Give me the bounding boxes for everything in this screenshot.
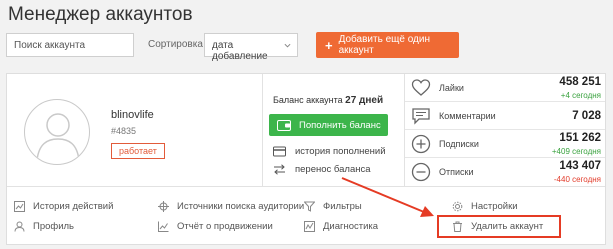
stat-value: 143 407 <box>559 160 601 172</box>
user-silhouette-icon <box>36 113 80 161</box>
card-icon <box>273 146 286 157</box>
balance-value: 27 дней <box>345 95 384 106</box>
wallet-icon <box>277 119 291 131</box>
filter-icon <box>304 201 315 212</box>
chart-line-icon <box>158 221 169 232</box>
menu-action-history[interactable]: История действий <box>14 201 113 212</box>
stat-unfollows: Отписки 143 407 -440 сегодня <box>405 158 605 186</box>
stat-delta: +4 сегодня <box>560 91 601 100</box>
search-input[interactable] <box>6 33 134 57</box>
divider <box>7 186 605 187</box>
menu-promo-report[interactable]: Отчёт о продвижении <box>158 221 273 232</box>
add-account-button[interactable]: + Добавить ещё один аккаунт <box>316 32 459 58</box>
comment-icon <box>412 108 430 125</box>
chart-line-icon <box>14 201 25 212</box>
stat-label: Лайки <box>439 83 464 93</box>
sort-select[interactable]: дата добавление <box>204 33 298 62</box>
menu-label: Настройки <box>471 201 518 212</box>
topup-label: Пополнить баланс <box>299 119 381 131</box>
topup-history-label: история пополнений <box>295 146 386 157</box>
delete-highlight-box <box>437 215 561 238</box>
stat-likes: Лайки 458 251 +4 сегодня <box>405 74 605 102</box>
menu-profile[interactable]: Профиль <box>14 221 74 232</box>
menu-audience-sources[interactable]: Источники поиска аудитории <box>158 201 304 212</box>
menu-label: Фильтры <box>323 201 362 212</box>
crosshair-icon <box>158 201 169 212</box>
stat-comments: Комментарии 7 028 <box>405 102 605 130</box>
menu-label: История действий <box>33 201 114 212</box>
heart-icon <box>411 79 431 96</box>
menu-label: Источники поиска аудитории <box>177 201 305 212</box>
stat-label: Отписки <box>439 167 474 177</box>
swap-arrows-icon <box>274 164 285 175</box>
stat-label: Комментарии <box>439 111 496 121</box>
topup-history-link[interactable]: история пополнений <box>273 146 386 157</box>
sort-label: Сортировка <box>148 39 203 50</box>
menu-filters[interactable]: Фильтры <box>304 201 362 212</box>
stat-value: 458 251 <box>559 76 601 88</box>
divider <box>262 74 263 186</box>
stat-follows: Подписки 151 262 +409 сегодня <box>405 130 605 158</box>
user-icon <box>14 221 25 232</box>
stat-delta: -440 сегодня <box>553 175 601 184</box>
menu-diagnostics[interactable]: Диагностика <box>304 221 378 232</box>
menu-label: Профиль <box>33 221 75 232</box>
avatar[interactable] <box>24 99 90 165</box>
sort-select-value: дата добавление <box>212 40 268 62</box>
account-id: #4835 <box>111 126 137 136</box>
user-minus-icon <box>411 162 431 182</box>
chevron-down-icon <box>284 43 291 48</box>
transfer-balance-link[interactable]: перенос баланса <box>273 164 371 175</box>
status-badge: работает <box>111 143 165 159</box>
menu-label: Диагностика <box>323 221 379 232</box>
stat-delta: +409 сегодня <box>551 147 601 156</box>
stat-value: 151 262 <box>559 132 601 144</box>
page-title: Менеджер аккаунтов <box>8 4 193 25</box>
gear-icon <box>452 201 463 212</box>
chart-line-icon <box>304 221 315 232</box>
add-account-label: Добавить ещё один аккаунт <box>338 34 430 56</box>
stat-value: 7 028 <box>572 110 601 122</box>
plus-icon: + <box>325 37 333 53</box>
transfer-balance-label: перенос баланса <box>295 164 371 175</box>
balance-label: Баланс аккаунта <box>273 95 343 105</box>
menu-settings[interactable]: Настройки <box>452 201 518 212</box>
stat-label: Подписки <box>439 139 479 149</box>
account-username[interactable]: blinovlife <box>111 109 154 121</box>
balance-info: Баланс аккаунта 27 дней <box>273 95 383 106</box>
user-plus-icon <box>411 134 431 154</box>
topup-balance-button[interactable]: Пополнить баланс <box>269 114 388 136</box>
menu-label: Отчёт о продвижении <box>177 221 273 232</box>
